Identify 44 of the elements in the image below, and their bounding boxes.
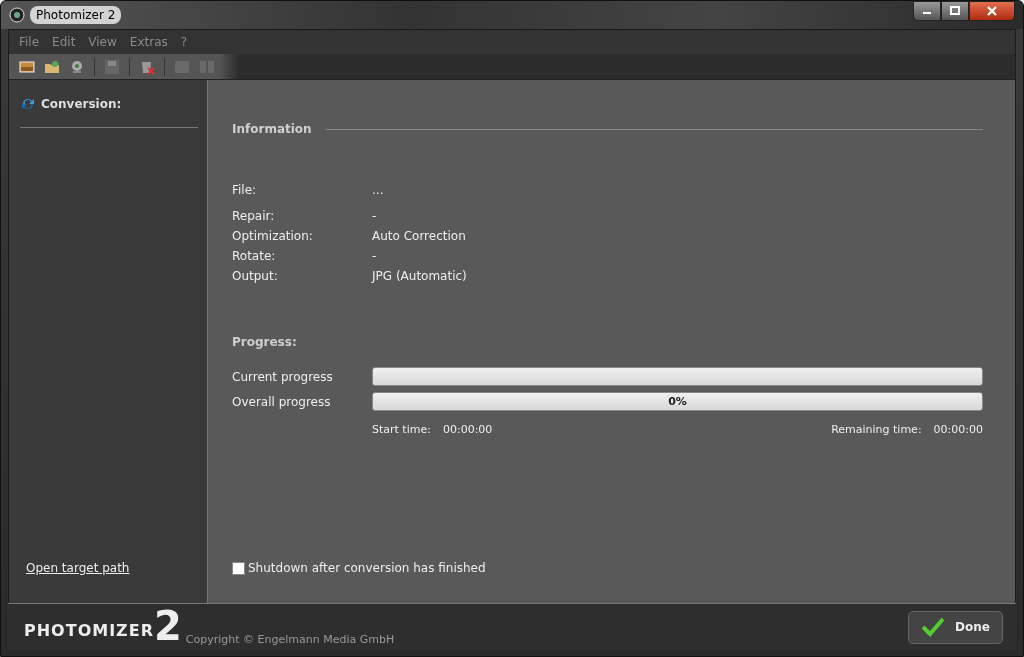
field-label: Repair: <box>232 208 276 223</box>
close-button[interactable] <box>969 1 1015 21</box>
menu-item[interactable]: File <box>19 35 40 49</box>
field-value: - <box>372 208 377 223</box>
progress-percent: 0% <box>668 395 687 408</box>
start-time-label: Start time: <box>372 423 431 436</box>
circular-arrows-icon <box>20 96 36 112</box>
menu-item[interactable]: View <box>88 35 117 49</box>
logo-wordmark: PHOTOMIZER <box>24 621 154 640</box>
field-label: Optimization: <box>232 228 314 243</box>
section-heading: Progress: <box>232 335 297 349</box>
logo-numeral: 2 <box>153 606 182 646</box>
done-button[interactable]: Done <box>908 610 1003 644</box>
field-value: Auto Correction <box>372 228 466 243</box>
start-time-value: 00:00:00 <box>442 423 493 436</box>
maximize-icon <box>950 6 960 16</box>
remaining-time-value: 00:00:00 <box>933 423 983 436</box>
maximize-button[interactable] <box>941 1 969 21</box>
section-heading: Conversion: <box>41 97 122 111</box>
checkbox-label: Shutdown after conversion has finished <box>248 561 486 575</box>
webcam-icon[interactable] <box>69 58 85 75</box>
checkbox[interactable] <box>232 561 245 575</box>
picture-icon[interactable] <box>19 58 35 75</box>
section-heading: Information <box>232 122 312 136</box>
field-value: JPG (Automatic) <box>372 268 467 283</box>
field-label: File: <box>232 182 258 197</box>
field-value: - <box>372 248 377 263</box>
camera-lens-icon <box>9 7 25 23</box>
menu-item[interactable]: Extras <box>129 35 168 49</box>
folder-icon[interactable] <box>44 58 60 75</box>
close-icon <box>987 6 997 16</box>
window-title: Photomizer 2 <box>30 6 122 24</box>
open-target-path-link[interactable]: Open target path <box>26 561 130 575</box>
copyright-text: Copyright © Engelmann Media GmbH <box>185 633 395 646</box>
menu-item[interactable]: ? <box>180 35 188 49</box>
field-label: Output: <box>232 268 279 283</box>
minimize-button[interactable] <box>913 1 941 21</box>
remaining-time-label: Remaining time: <box>831 423 922 436</box>
progress-label: Current progress <box>232 369 334 384</box>
field-label: Rotate: <box>232 248 277 263</box>
progress-label: Overall progress <box>232 394 332 409</box>
field-value: ... <box>372 182 384 197</box>
menu-item[interactable]: Edit <box>52 35 76 49</box>
checkmark-icon <box>921 617 946 637</box>
